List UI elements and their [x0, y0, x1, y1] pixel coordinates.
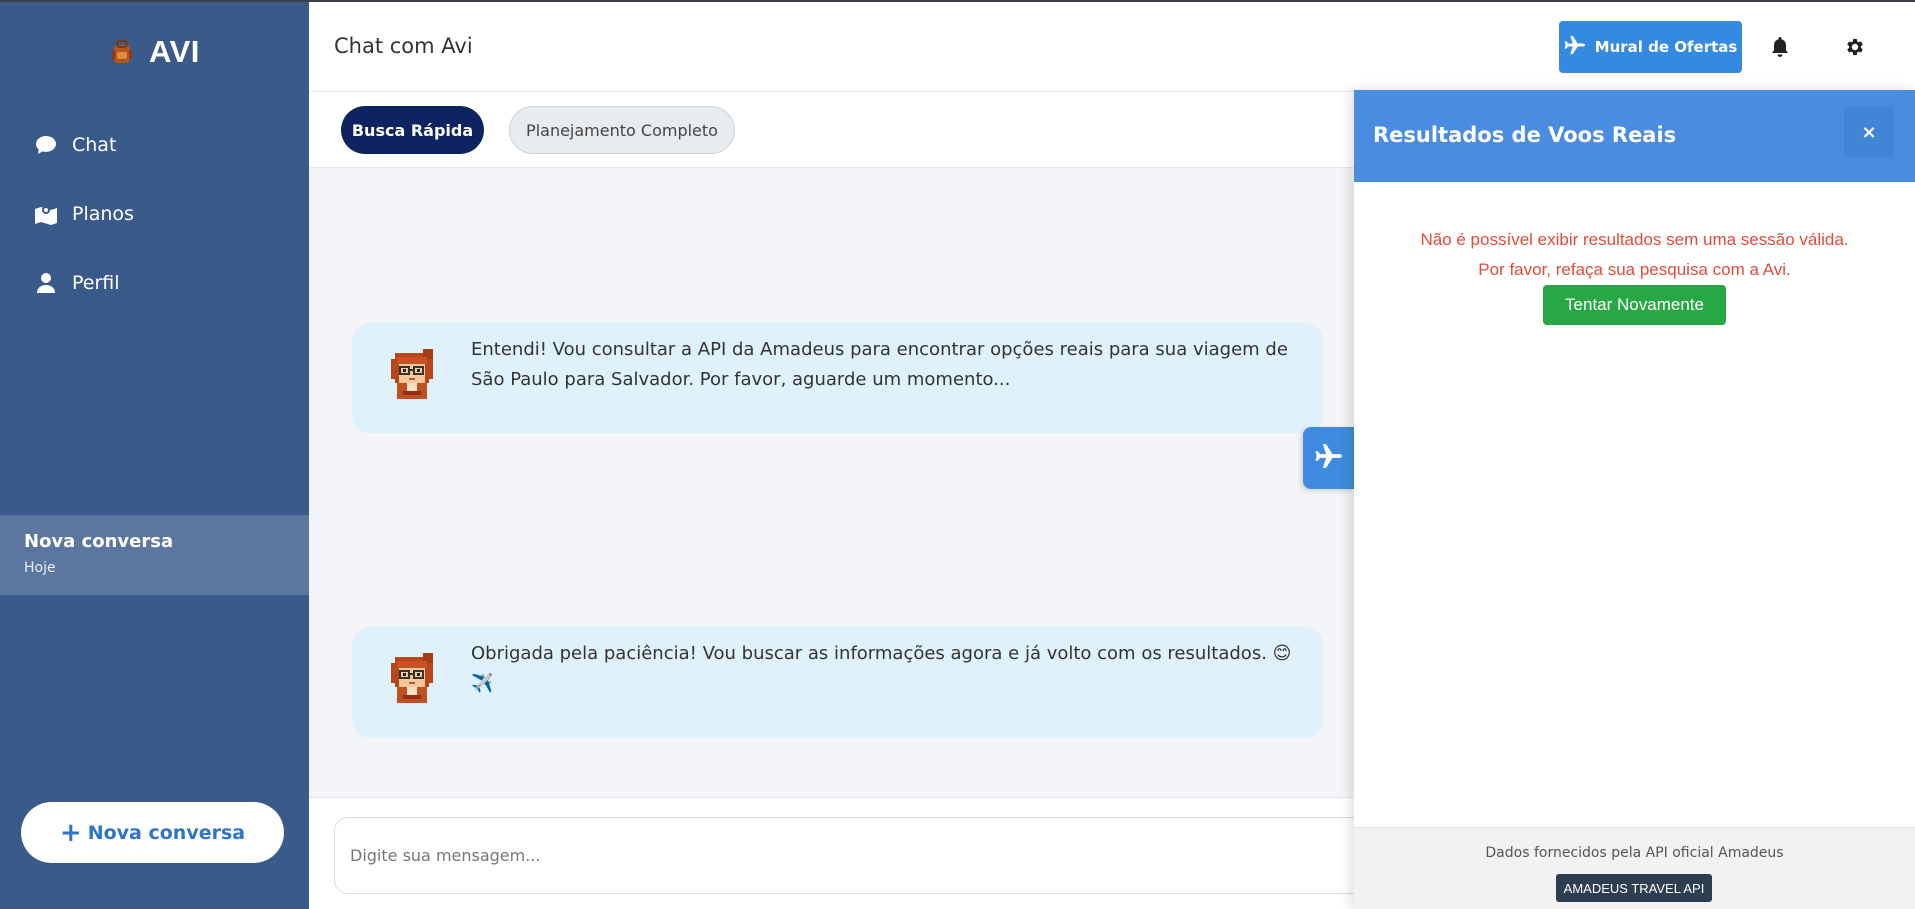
brand[interactable]: AVI [0, 34, 309, 70]
conversation-date: Hoje [24, 560, 56, 576]
close-icon: × [1861, 121, 1877, 143]
mural-de-ofertas-button[interactable]: Mural de Ofertas [1559, 21, 1742, 73]
sidebar-item-planos[interactable]: Planos [0, 179, 309, 248]
brand-name: AVI [149, 34, 200, 69]
backpack-icon [109, 39, 135, 65]
assistant-message: Obrigada pela paciência! Vou buscar as i… [352, 627, 1323, 738]
user-icon [34, 271, 58, 295]
conversation-title: Nova conversa [24, 531, 174, 552]
new-conversation-button[interactable]: + Nova conversa [21, 802, 284, 863]
amadeus-api-badge: AMADEUS TRAVEL API [1556, 874, 1712, 902]
sidebar: AVI Chat Planos Perfil Nova conversa Hoj… [0, 0, 309, 909]
sidebar-item-label: Chat [72, 133, 117, 156]
message-text: Entendi! Vou consultar a API da Amadeus … [471, 339, 1288, 390]
gear-icon[interactable] [1844, 36, 1866, 58]
error-line: Não é possível exibir resultados sem uma… [1420, 230, 1849, 249]
chat-bubble-icon [34, 133, 58, 157]
panel-title: Resultados de Voos Reais [1373, 123, 1677, 147]
data-source-text: Dados fornecidos pela API oficial Amadeu… [1485, 845, 1784, 861]
avi-avatar [385, 651, 439, 705]
error-line: Por favor, refaça sua pesquisa com a Avi… [1478, 260, 1791, 279]
mural-label: Mural de Ofertas [1594, 38, 1738, 56]
sidebar-item-label: Planos [72, 202, 134, 225]
new-conversation-label: Nova conversa [87, 821, 246, 844]
sidebar-item-chat[interactable]: Chat [0, 110, 309, 179]
tab-busca-rapida[interactable]: Busca Rápida [341, 106, 484, 154]
sidebar-item-perfil[interactable]: Perfil [0, 248, 309, 317]
window-top-border [0, 0, 1915, 2]
map-icon [34, 202, 58, 226]
avi-avatar [385, 347, 439, 401]
page-title: Chat com Avi [334, 34, 473, 58]
plane-icon [1564, 35, 1586, 59]
retry-button[interactable]: Tentar Novamente [1543, 285, 1726, 325]
close-button[interactable]: × [1844, 107, 1894, 157]
message-text: Obrigada pela paciência! Vou buscar as i… [471, 643, 1292, 694]
tab-planejamento-completo[interactable]: Planejamento Completo [509, 106, 735, 154]
flights-panel-toggle[interactable] [1303, 427, 1355, 489]
conversation-item[interactable]: Nova conversa Hoje [0, 515, 309, 595]
panel-header: Resultados de Voos Reais × [1354, 90, 1915, 182]
sidebar-nav: Chat Planos Perfil [0, 110, 309, 317]
plus-icon: + [59, 817, 82, 848]
top-header: Chat com Avi Mural de Ofertas [309, 0, 1915, 92]
flight-results-panel: Resultados de Voos Reais × Não é possíve… [1354, 90, 1915, 909]
bell-icon[interactable] [1769, 36, 1791, 58]
sidebar-item-label: Perfil [72, 271, 120, 294]
assistant-message: Entendi! Vou consultar a API da Amadeus … [352, 323, 1323, 433]
plane-icon [1314, 443, 1344, 473]
error-message: Não é possível exibir resultados sem uma… [1354, 225, 1915, 285]
panel-footer: Dados fornecidos pela API oficial Amadeu… [1354, 827, 1915, 909]
